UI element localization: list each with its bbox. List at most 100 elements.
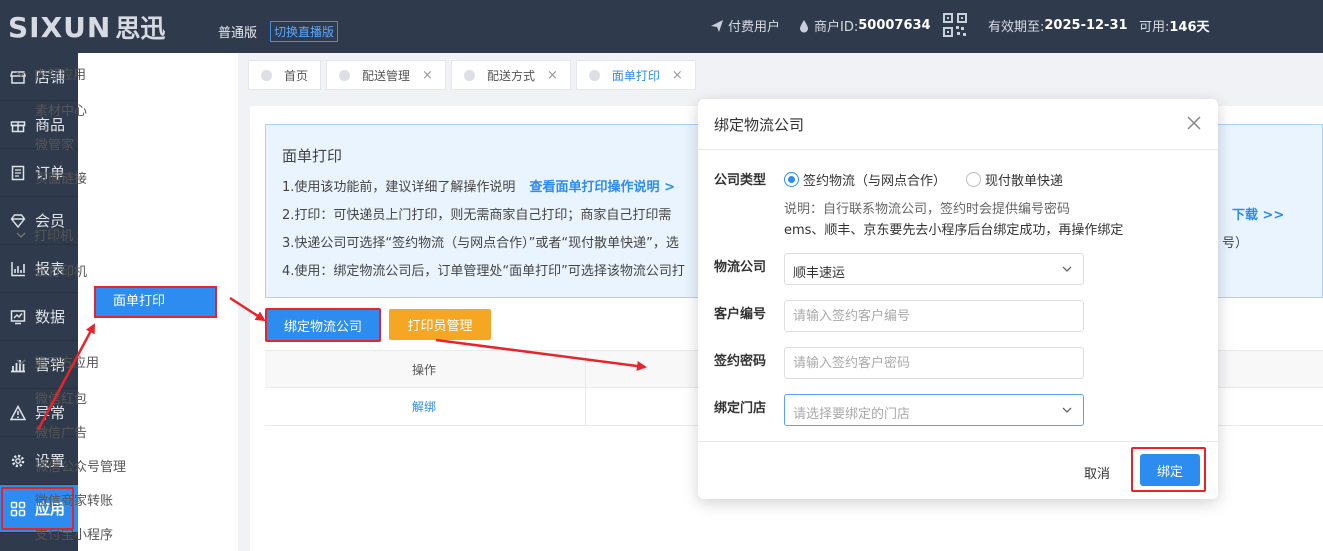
gift-icon <box>10 117 26 133</box>
radio-cash-express[interactable]: 现付散单快递 <box>966 170 1063 189</box>
user-type-text: 付费用户 <box>728 20 781 35</box>
subnav-item-wechat-transfer[interactable]: 微信商家转账 <box>35 490 113 509</box>
logo-text-en: SIXUN <box>8 10 112 44</box>
top-header: SIXUN 思迅 普通版 切换直播版 付费用户 商户ID: 50007634 有效… <box>0 0 1323 53</box>
edition-label: 普通版 <box>218 26 258 41</box>
tab-home[interactable]: 首页 <box>248 60 322 90</box>
merchant-id-label: 商户ID: <box>814 20 859 35</box>
notice-line-2: 2.打印：可快递员上门打印，则无需商家自己打印；商家自己打印需 <box>282 208 672 223</box>
available-days-value: 146天 <box>1169 20 1210 35</box>
customer-no-label: 客户编号 <box>714 307 767 322</box>
merchant-id: 商户ID: 50007634 <box>798 16 931 35</box>
chevron-down-icon <box>16 71 26 77</box>
chevron-down-icon <box>1062 407 1072 413</box>
close-icon[interactable] <box>1184 113 1204 133</box>
printer-manage-button[interactable]: 打印员管理 <box>389 309 491 340</box>
subnav-group-label: 打印机 <box>34 229 74 244</box>
password-field <box>784 347 1084 379</box>
subnav-item-wechat-ads[interactable]: 微信广告 <box>35 422 87 441</box>
available-label: 可用: <box>1139 20 1170 35</box>
tab-dot-icon <box>339 69 351 81</box>
notice-title: 面单打印 <box>282 147 343 165</box>
radio-contract-logistics[interactable]: 签约物流（与网点合作） <box>784 170 946 189</box>
subnav-group-internal[interactable]: 内部应用 <box>16 64 86 83</box>
bind-company-modal: 绑定物流公司 公司类型 签约物流（与网点合作） 现付散单快递 说明：自行联系物流… <box>698 99 1218 499</box>
store-label: 绑定门店 <box>714 401 767 416</box>
tab-bar: 首页 配送管理 × 配送方式 × 面单打印 × <box>248 60 701 90</box>
order-icon <box>10 165 26 181</box>
logistics-company-label: 物流公司 <box>714 260 767 275</box>
tab-label: 首页 <box>284 68 309 83</box>
logo[interactable]: SIXUN 思迅 <box>8 10 165 44</box>
tab-delivery-manage[interactable]: 配送管理 × <box>326 60 446 90</box>
logo-text-cn: 思迅 <box>115 14 166 43</box>
store-select[interactable]: 请选择要绑定的门店 <box>784 394 1084 426</box>
subnav-group-label: 第三方应用 <box>34 356 100 371</box>
store-placeholder: 请选择要绑定的门店 <box>793 407 911 422</box>
close-icon[interactable]: × <box>547 68 558 83</box>
tab-dot-icon <box>588 69 600 81</box>
company-type-label: 公司类型 <box>714 173 767 188</box>
expiry-date: 2025-12-31 <box>1044 18 1128 33</box>
report-icon <box>10 261 26 277</box>
subnav-group-label: 内部应用 <box>34 68 87 83</box>
nav-label: 数据 <box>35 308 66 326</box>
bind-confirm-button[interactable]: 绑定 <box>1140 454 1200 486</box>
tab-delivery-method[interactable]: 配送方式 × <box>450 60 571 90</box>
company-type-hint-1: 说明：自行联系物流公司，签约时会提供编号密码 <box>784 202 1071 217</box>
chevron-down-icon <box>1062 266 1072 272</box>
bind-company-button[interactable]: 绑定物流公司 <box>265 308 381 342</box>
subnav-item-waybill-print[interactable]: 面单打印 <box>94 286 217 318</box>
operation-guide-link[interactable]: 查看面单打印操作说明 > <box>530 180 675 195</box>
expiry: 有效期至: 2025-12-31 <box>988 16 1128 35</box>
password-input[interactable] <box>785 348 1083 378</box>
tab-label: 配送方式 <box>486 68 535 83</box>
close-icon[interactable]: × <box>672 68 683 83</box>
subnav-item-wechat-redpacket[interactable]: 微信红包 <box>35 388 87 407</box>
expiry-label: 有效期至: <box>988 20 1045 35</box>
subnav-group-third-party[interactable]: 第三方应用 <box>16 352 99 371</box>
notice-line-1: 1.使用该功能前，建议详细了解操作说明 查看面单打印操作说明 > <box>282 176 675 195</box>
modal-title: 绑定物流公司 <box>714 116 805 134</box>
qrcode-icon[interactable] <box>943 13 967 37</box>
notice-line-3: 3.快递公司可选择“签约物流（与网点合作）”或者“现付散单快递”，选 <box>282 236 679 251</box>
chevron-down-icon <box>16 359 26 365</box>
tab-label: 配送管理 <box>362 68 411 83</box>
subnav-item-wechat-official[interactable]: 微信公众号管理 <box>35 456 126 475</box>
subnav-item-page-link[interactable]: 页面链接 <box>35 168 87 187</box>
tab-label: 面单打印 <box>611 68 660 83</box>
apps-icon <box>10 501 26 517</box>
data-icon <box>10 309 26 325</box>
subnav-item-alipay-miniapp[interactable]: 支付宝小程序 <box>35 524 113 543</box>
switch-live-button[interactable]: 切换直播版 <box>270 21 339 42</box>
notice-line-4: 4.使用：绑定物流公司后，订单管理处“面单打印”可选择该物流公司打 <box>282 264 685 279</box>
password-label: 签约密码 <box>714 354 767 369</box>
company-type-hint-2: ems、顺丰、京东要先去小程序后台绑定成功，再操作绑定 <box>784 223 1124 238</box>
tab-waybill-print[interactable]: 面单打印 × <box>575 60 696 90</box>
merchant-id-value: 50007634 <box>858 18 931 33</box>
radio-label: 签约物流（与网点合作） <box>803 174 947 189</box>
radio-unchecked-icon <box>966 172 981 187</box>
cancel-button[interactable]: 取消 <box>1084 463 1110 482</box>
subnav-item-cloud-printer[interactable]: 云打印机 <box>35 261 87 280</box>
nav-item-data[interactable]: 数据 <box>0 293 78 341</box>
subnav-item-butler[interactable]: 微管家 <box>35 134 74 153</box>
chevron-down-icon <box>16 232 26 238</box>
unbind-link[interactable]: 解绑 <box>412 398 436 415</box>
warning-icon <box>10 404 26 421</box>
download-link[interactable]: 下载 >> <box>1232 204 1284 223</box>
gear-icon <box>10 453 26 469</box>
radio-label: 现付散单快递 <box>985 174 1064 189</box>
modal-divider-top <box>698 149 1218 150</box>
logistics-company-select[interactable]: 顺丰速运 <box>784 253 1084 285</box>
left-nav: 店铺 商品 订单 会员 报表 数据 营销 异常 设置 应用 <box>0 53 78 551</box>
customer-no-input[interactable] <box>785 301 1083 331</box>
tab-dot-icon <box>261 69 272 81</box>
tab-dot-icon <box>463 69 475 81</box>
drop-icon <box>800 19 808 32</box>
subnav-item-material[interactable]: 素材中心 <box>35 100 87 119</box>
customer-no-field <box>784 300 1084 332</box>
close-icon[interactable]: × <box>422 68 433 83</box>
available-days: 可用: 146天 <box>1139 16 1210 35</box>
subnav-group-printer[interactable]: 打印机 <box>16 225 73 244</box>
